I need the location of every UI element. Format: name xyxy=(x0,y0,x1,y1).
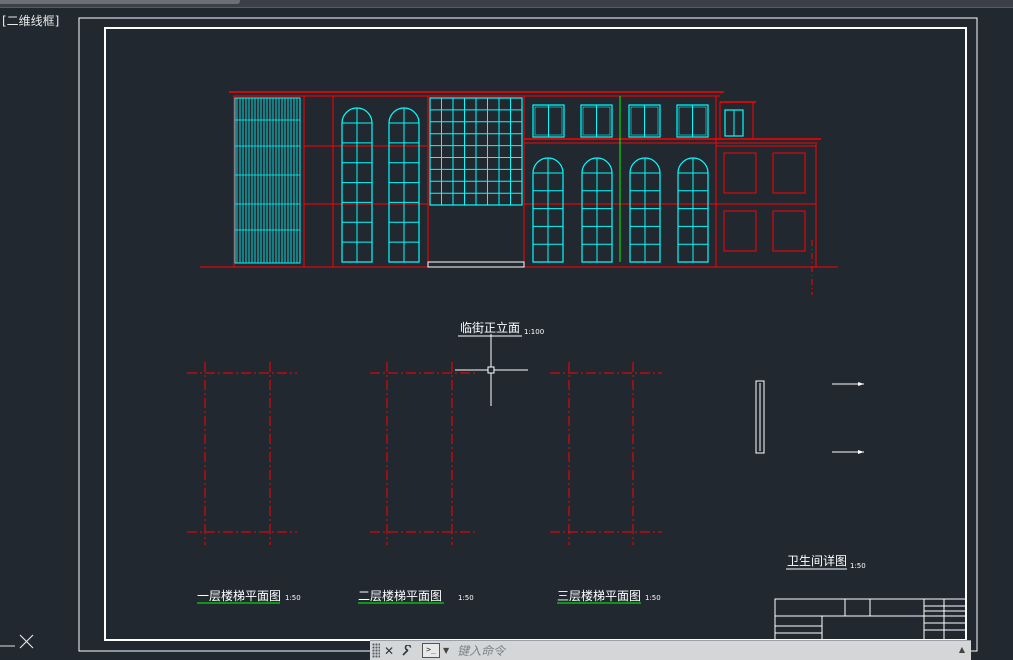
bathroom-scale: 1:50 xyxy=(850,562,866,570)
stair-plan-3-scale: 1:50 xyxy=(645,594,661,602)
command-line-bar: ✕ >_ ▼ ▲ xyxy=(370,640,971,660)
scroll-up-icon[interactable]: ▲ xyxy=(959,645,965,654)
elevation-scale: 1:100 xyxy=(524,328,544,336)
stair-plan-2-scale: 1:50 xyxy=(458,594,474,602)
drawing-canvas[interactable]: 临街正立面 1:100 一层楼梯平面图 1:50 二层楼梯平面图 1:50 三层… xyxy=(0,0,1013,659)
stair-plan-1-scale: 1:50 xyxy=(285,594,301,602)
stair-plan-axes xyxy=(187,362,662,545)
bathroom-detail xyxy=(755,380,864,454)
crosshair-cursor xyxy=(455,334,528,406)
elevation-title: 临街正立面 xyxy=(460,320,520,335)
close-icon[interactable]: ✕ xyxy=(380,642,398,659)
bathroom-title: 卫生间详图 xyxy=(787,553,847,568)
title-block xyxy=(774,598,967,641)
wrench-icon[interactable] xyxy=(398,642,416,659)
stair-plan-2-title: 二层楼梯平面图 xyxy=(358,588,442,603)
chevron-down-icon[interactable]: ▼ xyxy=(443,646,449,655)
drag-handle[interactable] xyxy=(372,643,380,658)
stair-plan-3-title: 三层楼梯平面图 xyxy=(557,588,641,603)
command-prompt-icon[interactable]: >_ xyxy=(422,643,440,658)
stair-plan-1-title: 一层楼梯平面图 xyxy=(197,588,281,603)
command-input[interactable] xyxy=(455,642,940,659)
ucs-icon xyxy=(0,634,34,649)
street-front-elevation xyxy=(200,91,838,295)
